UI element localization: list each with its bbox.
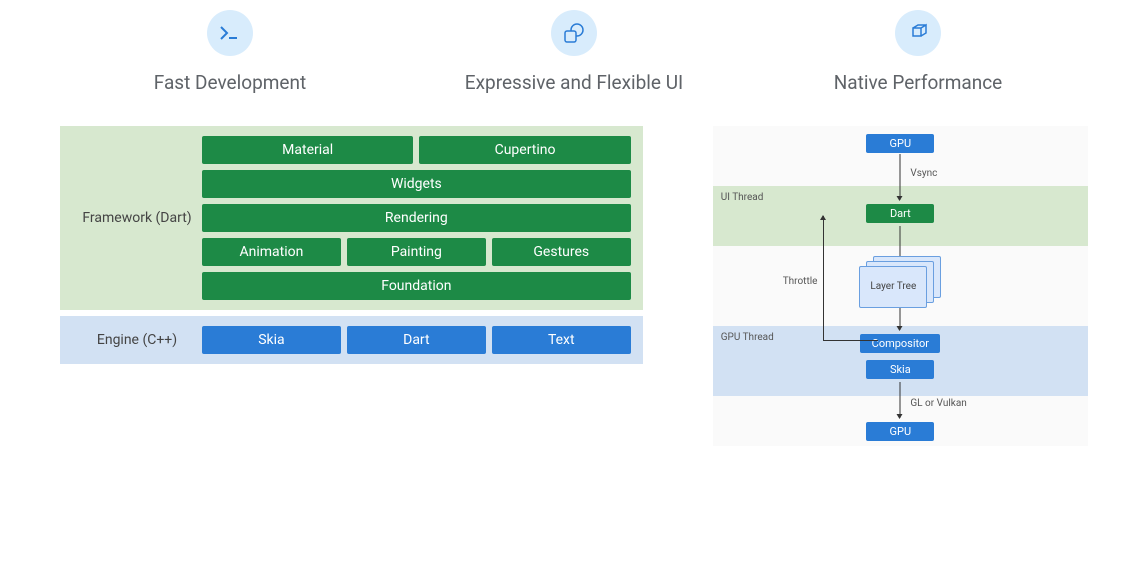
layer-widgets: Widgets [202, 170, 631, 198]
pipeline-gpu-top: GPU [866, 134, 934, 153]
shapes-icon [551, 10, 597, 56]
arrow-icon [900, 226, 901, 260]
feature-flexible-ui: Expressive and Flexible UI [464, 10, 684, 96]
ui-thread-label: UI Thread [721, 192, 764, 203]
gpu-thread-label: GPU Thread [721, 332, 774, 343]
diagrams-row: Framework (Dart) MaterialCupertino Widge… [0, 116, 1148, 446]
layer-cupertino: Cupertino [419, 136, 630, 164]
arrow-icon [900, 308, 901, 330]
layer-skia: Skia [202, 326, 341, 354]
arrow-icon [900, 154, 901, 200]
pipeline-skia: Skia [866, 360, 934, 379]
framework-section: Framework (Dart) MaterialCupertino Widge… [60, 126, 643, 310]
gl-vulkan-label: GL or Vulkan [910, 398, 966, 409]
pipeline-diagram: UI Thread GPU Thread GPU Vsync Dart Laye… [713, 126, 1088, 446]
layer-text: Text [492, 326, 631, 354]
architecture-diagram: Framework (Dart) MaterialCupertino Widge… [60, 126, 643, 446]
layer-material: Material [202, 136, 413, 164]
features-row: Fast Development Expressive and Flexible… [0, 0, 1148, 116]
cube-icon [895, 10, 941, 56]
layer-foundation: Foundation [202, 272, 631, 300]
feature-native-perf: Native Performance [808, 10, 1028, 96]
feature-title: Fast Development [154, 70, 306, 96]
feature-fast-dev: Fast Development [120, 10, 340, 96]
layer-painting: Painting [347, 238, 486, 266]
framework-rows: MaterialCupertino Widgets Rendering Anim… [202, 136, 631, 300]
pipeline-gpu-bottom: GPU [866, 422, 934, 441]
vsync-label: Vsync [910, 168, 937, 179]
layer-rendering: Rendering [202, 204, 631, 232]
engine-section: Engine (C++) SkiaDartText [60, 316, 643, 364]
throttle-arrow [823, 216, 878, 341]
feature-title: Expressive and Flexible UI [465, 70, 683, 96]
throttle-label: Throttle [783, 276, 818, 287]
layer-animation: Animation [202, 238, 341, 266]
layer-gestures: Gestures [492, 238, 631, 266]
layer-dart-engine: Dart [347, 326, 486, 354]
engine-rows: SkiaDartText [202, 326, 631, 354]
framework-label: Framework (Dart) [72, 209, 202, 227]
engine-label: Engine (C++) [72, 331, 202, 349]
feature-title: Native Performance [834, 70, 1003, 96]
terminal-icon [207, 10, 253, 56]
arrow-icon [900, 382, 901, 418]
